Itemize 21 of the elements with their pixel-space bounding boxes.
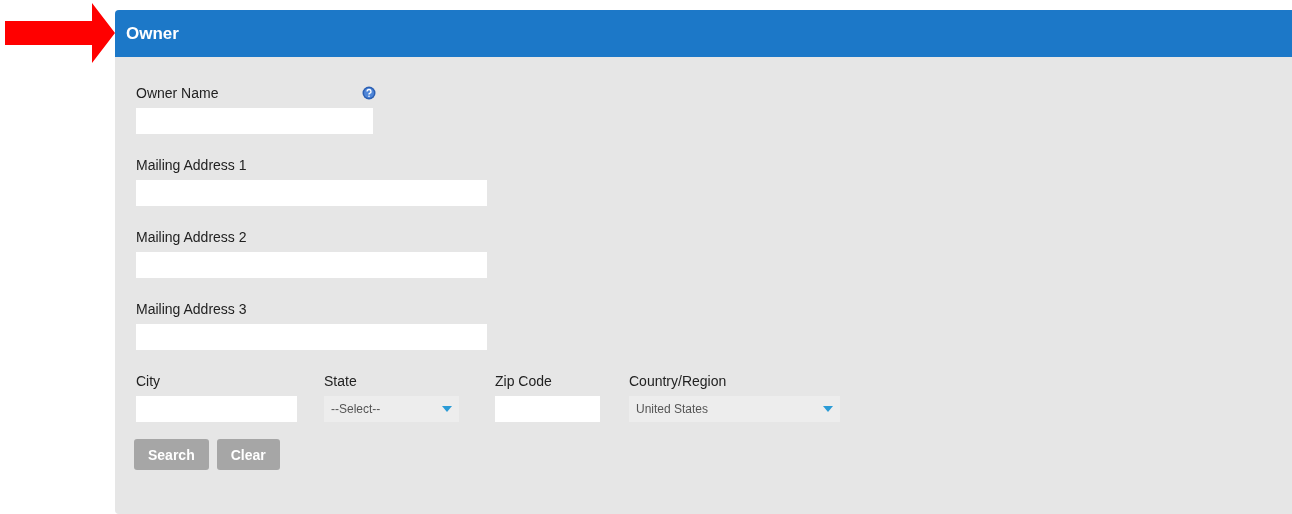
text-field[interactable] [136, 180, 487, 206]
caret-icon [442, 406, 452, 412]
field-label: State [324, 372, 358, 390]
text-field[interactable] [495, 396, 600, 422]
panel-title: Owner [126, 23, 179, 44]
text-field[interactable] [136, 108, 373, 134]
text-field[interactable] [136, 252, 487, 278]
field-label: Mailing Address 2 [136, 229, 247, 245]
text-field[interactable] [136, 396, 297, 422]
caret-icon [823, 406, 833, 412]
help-icon[interactable] [362, 86, 376, 100]
field-label: Mailing Address 1 [136, 157, 247, 173]
arrow-icon [5, 3, 115, 63]
dropdown[interactable]: --Select-- [324, 396, 459, 422]
field-label: Owner Name [136, 85, 219, 101]
text-field[interactable] [136, 324, 487, 350]
dropdown[interactable]: United States [629, 396, 840, 422]
field-label: Zip Code [495, 372, 553, 390]
field-label: Country/Region [629, 372, 728, 390]
field-label: City [136, 372, 162, 390]
field-label: Mailing Address 3 [136, 301, 247, 317]
